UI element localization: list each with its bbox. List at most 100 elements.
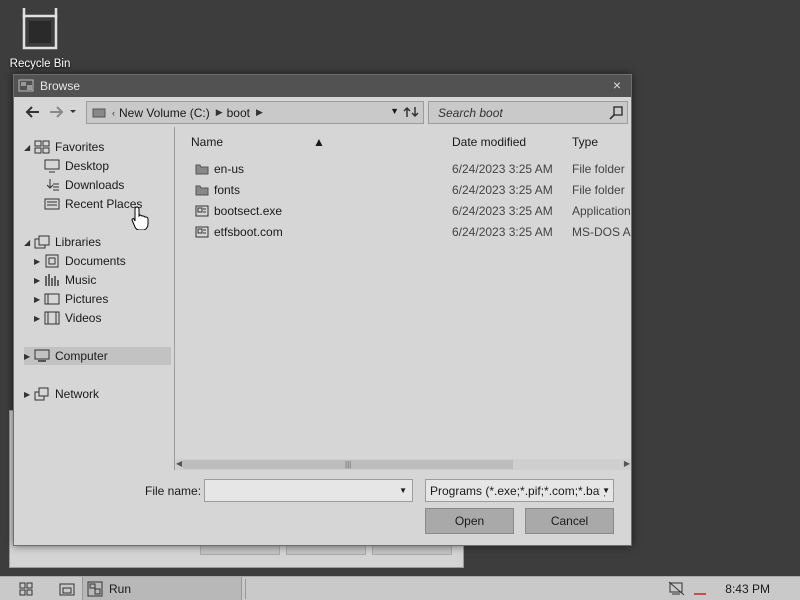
scroll-right-arrow-icon[interactable]: ▶ bbox=[624, 459, 630, 468]
run-dialog-ghost-button bbox=[372, 545, 452, 555]
task-view-icon[interactable] bbox=[59, 577, 75, 600]
file-name: bootsect.exe bbox=[214, 204, 283, 218]
tree-item-libraries[interactable]: ◢ Libraries bbox=[24, 233, 101, 251]
recycle-bin-icon bbox=[20, 6, 60, 54]
tree-label: Computer bbox=[55, 349, 108, 363]
taskbar: Run 8:43 PM bbox=[0, 576, 800, 600]
search-icon[interactable] bbox=[609, 106, 623, 120]
collapse-arrow-icon[interactable]: ▶ bbox=[34, 257, 44, 266]
close-button[interactable]: × bbox=[609, 77, 625, 93]
tree-label: Favorites bbox=[55, 140, 105, 154]
tree-item-network[interactable]: ▶ Network bbox=[24, 385, 99, 403]
scrollbar-grip-icon: ||| bbox=[345, 460, 352, 469]
star-favorites-icon bbox=[34, 140, 50, 154]
file-date: 6/24/2023 3:25 AM bbox=[452, 204, 553, 218]
file-row[interactable]: etfsboot.com 6/24/2023 3:25 AM MS-DOS Ap bbox=[175, 221, 631, 242]
file-name-label: File name: bbox=[145, 484, 202, 498]
desktop-icon bbox=[44, 159, 60, 173]
file-type: Application bbox=[572, 204, 631, 218]
file-name: etfsboot.com bbox=[214, 225, 283, 239]
chevron-down-icon[interactable]: ▼ bbox=[600, 486, 610, 495]
collapse-arrow-icon[interactable]: ▶ bbox=[34, 314, 44, 323]
file-row[interactable]: bootsect.exe 6/24/2023 3:25 AM Applicati… bbox=[175, 200, 631, 221]
folder-icon bbox=[195, 184, 209, 196]
column-type[interactable]: Type bbox=[572, 135, 598, 149]
collapse-arrow-icon[interactable]: ▶ bbox=[34, 276, 44, 285]
search-input[interactable] bbox=[429, 102, 599, 123]
tree-item-desktop[interactable]: Desktop bbox=[44, 157, 109, 175]
expand-arrow-icon[interactable]: ◢ bbox=[24, 143, 34, 152]
file-date: 6/24/2023 3:25 AM bbox=[452, 162, 553, 176]
open-button[interactable]: Open bbox=[425, 508, 514, 534]
file-name: en-us bbox=[214, 162, 245, 176]
taskbar-divider bbox=[245, 579, 246, 599]
expand-arrow-icon[interactable]: ◢ bbox=[24, 238, 34, 247]
refresh-icon[interactable] bbox=[403, 105, 419, 119]
file-row[interactable]: fonts 6/24/2023 3:25 AM File folder bbox=[175, 179, 631, 200]
breadcrumb-drive[interactable]: New Volume (C:) bbox=[119, 106, 210, 120]
tree-label: Videos bbox=[65, 311, 102, 325]
tree-item-recent-places[interactable]: Recent Places bbox=[44, 195, 142, 213]
system-clock[interactable]: 8:43 PM bbox=[725, 582, 770, 596]
application-icon bbox=[195, 226, 209, 238]
recycle-bin-shortcut[interactable]: Recycle Bin bbox=[8, 6, 72, 70]
folder-icon bbox=[195, 163, 209, 175]
collapse-arrow-icon[interactable]: ▶ bbox=[24, 390, 34, 399]
drive-icon bbox=[92, 107, 106, 119]
tree-label: Libraries bbox=[55, 235, 102, 249]
tree-item-downloads[interactable]: Downloads bbox=[44, 176, 124, 194]
column-name[interactable]: Name bbox=[191, 135, 223, 149]
horizontal-scrollbar[interactable]: ◀ ||| ▶ bbox=[175, 459, 631, 470]
tree-item-computer[interactable]: ▶ Computer bbox=[24, 347, 171, 365]
scroll-left-arrow-icon[interactable]: ◀ bbox=[176, 459, 182, 468]
back-arrow-icon[interactable] bbox=[24, 104, 42, 120]
column-date-modified[interactable]: Date modified bbox=[452, 135, 526, 149]
breadcrumb-chevron-icon[interactable]: ▶ bbox=[256, 107, 263, 118]
downloads-icon bbox=[44, 178, 60, 192]
application-icon bbox=[195, 205, 209, 217]
tree-item-favorites[interactable]: ◢ Favorites bbox=[24, 138, 104, 156]
dialog-title: Browse bbox=[40, 79, 81, 93]
file-row[interactable]: en-us 6/24/2023 3:25 AM File folder bbox=[175, 158, 631, 179]
file-name-combobox[interactable]: ▼ bbox=[204, 479, 413, 502]
run-app-icon bbox=[87, 581, 103, 597]
forward-arrow-icon[interactable] bbox=[47, 104, 65, 120]
run-dialog-ghost-button bbox=[200, 545, 280, 555]
taskbar-run-button[interactable]: Run bbox=[82, 577, 242, 600]
tree-item-pictures[interactable]: ▶ Pictures bbox=[34, 290, 108, 308]
tree-label: Recent Places bbox=[65, 197, 143, 211]
network-status-icon[interactable] bbox=[668, 577, 686, 600]
tree-label: Pictures bbox=[65, 292, 109, 306]
collapse-arrow-icon[interactable]: ▶ bbox=[34, 295, 44, 304]
tree-label: Documents bbox=[65, 254, 126, 268]
breadcrumb-chevron-icon[interactable]: ‹ bbox=[112, 108, 115, 118]
breadcrumb-folder[interactable]: boot bbox=[227, 106, 250, 120]
network-icon bbox=[34, 387, 50, 401]
volume-alert-icon[interactable] bbox=[692, 577, 708, 600]
browse-dialog: Browse × ‹ New Volume (C:) ▶ boot ▶ ▼ Se… bbox=[13, 74, 632, 546]
videos-icon bbox=[44, 311, 60, 325]
tree-item-documents[interactable]: ▶ Documents bbox=[34, 252, 126, 270]
cancel-button[interactable]: Cancel bbox=[525, 508, 614, 534]
breadcrumb-chevron-icon[interactable]: ▶ bbox=[216, 107, 223, 118]
address-bar[interactable]: ‹ New Volume (C:) ▶ boot ▶ ▼ bbox=[86, 101, 424, 124]
documents-icon bbox=[44, 254, 60, 268]
search-box[interactable] bbox=[428, 101, 628, 124]
title-bar[interactable]: Browse × bbox=[14, 75, 631, 97]
tree-item-videos[interactable]: ▶ Videos bbox=[34, 309, 101, 327]
file-name-field[interactable] bbox=[205, 480, 390, 501]
run-dialog-ghost-button bbox=[286, 545, 366, 555]
file-list: ▲ Name Date modified Type en-us 6/24/202… bbox=[175, 127, 631, 470]
file-type-select[interactable]: Programs (*.exe;*.pif;*.com;*.bat; ▼ bbox=[425, 479, 614, 502]
start-grid-icon[interactable] bbox=[18, 577, 34, 600]
column-header: ▲ Name Date modified Type bbox=[175, 127, 631, 153]
taskbar-run-label: Run bbox=[109, 582, 132, 596]
recent-locations-chevron-icon[interactable] bbox=[68, 104, 78, 120]
recycle-bin-label: Recycle Bin bbox=[9, 58, 71, 70]
address-dropdown-icon[interactable]: ▼ bbox=[390, 106, 399, 116]
chevron-down-icon[interactable]: ▼ bbox=[399, 486, 407, 495]
collapse-arrow-icon[interactable]: ▶ bbox=[24, 352, 34, 361]
tree-item-music[interactable]: ▶ Music bbox=[34, 271, 96, 289]
file-date: 6/24/2023 3:25 AM bbox=[452, 183, 553, 197]
file-type-value: Programs (*.exe;*.pif;*.com;*.bat; bbox=[430, 484, 607, 498]
